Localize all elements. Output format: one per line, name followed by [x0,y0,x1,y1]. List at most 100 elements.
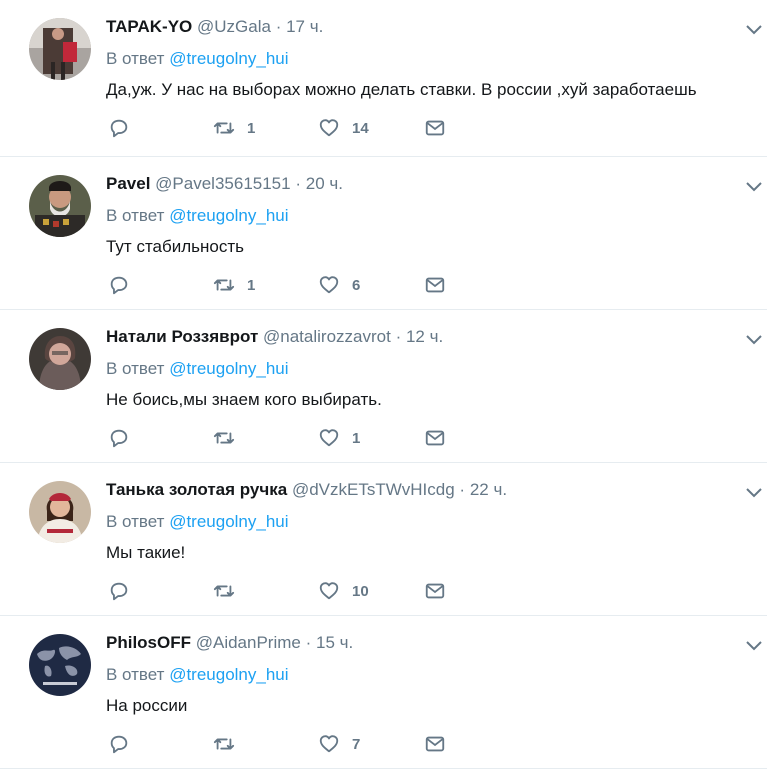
tweet-text: Да,уж. У нас на выборах можно делать ста… [106,80,697,99]
like-button[interactable]: 10 [318,580,369,602]
timestamp[interactable]: 15 ч. [316,633,353,652]
retweet-button[interactable]: 1 [213,117,255,139]
timestamp[interactable]: 20 ч. [306,174,343,193]
chevron-down-icon[interactable] [745,640,763,652]
tweet[interactable]: PhilosOFF @AidanPrime · 15 ч. В ответ @t… [0,616,767,769]
reply-button[interactable] [108,427,130,449]
direct-message-icon [425,736,445,752]
tweet-actions: 1 [108,427,468,449]
display-name[interactable]: Натали Роззяврот [106,327,258,346]
direct-message-icon [425,120,445,136]
retweet-button[interactable] [213,733,247,755]
reply-to-link[interactable]: @treugolny_hui [169,665,288,684]
avatar[interactable] [29,481,91,543]
tweet-header: Pavel @Pavel35615151 · 20 ч. [106,172,737,196]
retweet-icon [213,122,235,134]
retweet-button[interactable]: 1 [213,274,255,296]
like-count: 7 [352,735,361,753]
reply-button[interactable] [108,117,130,139]
tweet-content: PhilosOFF @AidanPrime · 15 ч. В ответ @t… [106,631,737,718]
tweet-header: PhilosOFF @AidanPrime · 15 ч. [106,631,737,655]
tweet-header: Натали Роззяврот @natalirozzavrot · 12 ч… [106,325,737,349]
reply-prefix: В ответ [106,49,165,68]
direct-message-icon [425,583,445,599]
direct-message-button[interactable] [424,117,446,139]
retweet-icon [213,279,235,291]
like-count: 1 [352,429,361,447]
display-name[interactable]: TAPAK-YO [106,17,192,36]
reply-feed: TAPAK-YO @UzGala · 17 ч. В ответ @treugo… [0,0,767,769]
direct-message-button[interactable] [424,427,446,449]
like-button[interactable]: 1 [318,427,360,449]
timestamp[interactable]: 22 ч. [470,480,507,499]
display-name[interactable]: Pavel [106,174,150,193]
chevron-down-icon[interactable] [745,334,763,346]
reply-prefix: В ответ [106,359,165,378]
tweet-text: Тут стабильность [106,237,244,256]
tweet[interactable]: TAPAK-YO @UzGala · 17 ч. В ответ @treugo… [0,0,767,157]
separator-dot: · [459,480,466,499]
like-button[interactable]: 7 [318,733,360,755]
timestamp[interactable]: 17 ч. [286,17,323,36]
tweet-text: Не боись,мы знаем кого выбирать. [106,390,382,409]
like-count: 6 [352,276,361,294]
like-icon [319,582,339,600]
like-icon [319,429,339,447]
reply-context: В ответ @treugolny_hui [106,510,737,534]
user-handle[interactable]: @Pavel35615151 [155,174,290,193]
tweet-content: TAPAK-YO @UzGala · 17 ч. В ответ @treugo… [106,15,737,102]
avatar[interactable] [29,175,91,237]
tweet[interactable]: Натали Роззяврот @natalirozzavrot · 12 ч… [0,310,767,463]
retweet-button[interactable] [213,427,247,449]
separator-dot: · [395,327,402,346]
reply-to-link[interactable]: @treugolny_hui [169,359,288,378]
reply-icon [110,276,128,295]
tweet[interactable]: Pavel @Pavel35615151 · 20 ч. В ответ @tr… [0,157,767,310]
reply-prefix: В ответ [106,665,165,684]
separator-dot: · [295,174,301,193]
reply-context: В ответ @treugolny_hui [106,357,737,381]
direct-message-icon [425,430,445,446]
retweet-count: 1 [247,276,256,294]
user-handle[interactable]: @dVzkETsTWvHIcdg [292,480,455,499]
reply-context: В ответ @treugolny_hui [106,47,737,71]
tweet[interactable]: Танька золотая ручка @dVzkETsTWvHIcdg · … [0,463,767,616]
reply-to-link[interactable]: @treugolny_hui [169,49,288,68]
reply-button[interactable] [108,580,130,602]
chevron-down-icon[interactable] [745,24,763,36]
like-button[interactable]: 14 [318,117,369,139]
direct-message-button[interactable] [424,733,446,755]
like-button[interactable]: 6 [318,274,360,296]
like-count: 14 [352,119,369,137]
tweet-text: Мы такие! [106,543,186,562]
user-handle[interactable]: @AidanPrime [196,633,301,652]
reply-icon [110,735,128,754]
avatar[interactable] [29,18,91,80]
avatar[interactable] [29,634,91,696]
reply-icon [110,119,128,138]
tweet-text: На россии [106,696,188,715]
tweet-header: Танька золотая ручка @dVzkETsTWvHIcdg · … [106,478,737,502]
reply-context: В ответ @treugolny_hui [106,663,737,687]
separator-dot: · [305,633,312,652]
display-name[interactable]: PhilosOFF [106,633,191,652]
reply-to-link[interactable]: @treugolny_hui [169,206,288,225]
timestamp[interactable]: 12 ч. [406,327,443,346]
user-handle[interactable]: @natalirozzavrot [263,327,391,346]
tweet-actions: 1 14 [108,117,468,139]
reply-icon [110,429,128,448]
avatar[interactable] [29,328,91,390]
reply-to-link[interactable]: @treugolny_hui [169,512,288,531]
direct-message-button[interactable] [424,580,446,602]
reply-prefix: В ответ [106,512,165,531]
like-icon [319,276,339,294]
reply-button[interactable] [108,733,130,755]
chevron-down-icon[interactable] [745,181,763,193]
user-handle[interactable]: @UzGala [197,17,271,36]
retweet-button[interactable] [213,580,247,602]
direct-message-button[interactable] [424,274,446,296]
display-name[interactable]: Танька золотая ручка [106,480,287,499]
chevron-down-icon[interactable] [745,487,763,499]
tweet-header: TAPAK-YO @UzGala · 17 ч. [106,15,737,39]
reply-button[interactable] [108,274,130,296]
